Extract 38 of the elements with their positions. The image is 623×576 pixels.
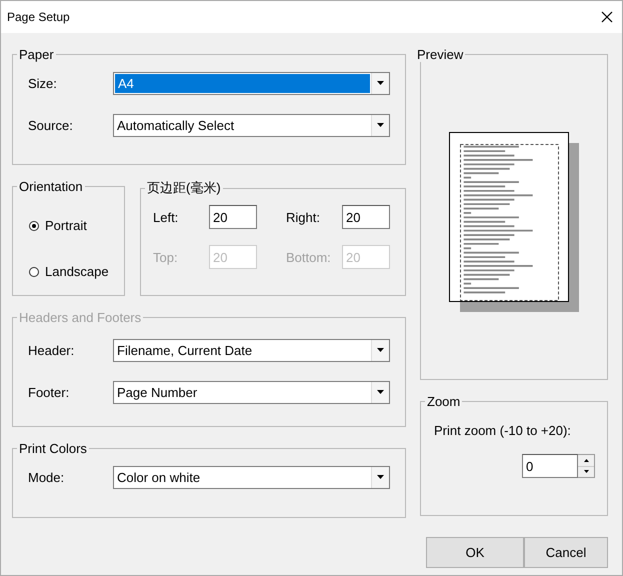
field-label: Top: — [153, 250, 179, 264]
zoom-field[interactable]: 0 — [522, 454, 578, 478]
field-label: Size: — [28, 76, 58, 90]
group-title: Print Colors — [19, 441, 87, 456]
group-title: Paper — [19, 47, 54, 62]
field-label: Print zoom (-10 to +20): — [434, 423, 572, 438]
up-arrow-icon — [584, 458, 588, 462]
radio-button[interactable]: Portrait — [29, 218, 87, 233]
group-title: Zoom — [427, 394, 460, 409]
radio-circle-icon[interactable] — [29, 220, 39, 230]
field-label: Right: — [286, 210, 321, 224]
dropdown[interactable]: Color on white — [113, 466, 390, 488]
window-title: Page Setup — [7, 10, 70, 24]
radio-circle-icon[interactable] — [29, 266, 39, 276]
caret-icon — [377, 81, 384, 85]
group-title: Headers and Footers — [19, 310, 142, 325]
margin-field[interactable]: 20 — [209, 205, 257, 229]
dropdown[interactable]: A4 — [113, 72, 390, 94]
caret-icon — [377, 475, 384, 479]
ok-button[interactable]: OK — [426, 537, 524, 568]
field-label: Mode: — [28, 470, 66, 484]
field-label: Bottom: — [286, 250, 332, 264]
caret-icon — [377, 123, 384, 127]
dropdown[interactable]: Automatically Select — [113, 114, 390, 136]
caret-icon — [377, 390, 384, 394]
field-label: Header: — [28, 342, 76, 358]
group-title: Preview — [417, 47, 464, 62]
cancel-button[interactable]: Cancel — [524, 537, 608, 568]
field-label: Footer: — [28, 384, 70, 400]
field-label: Source: — [28, 118, 74, 132]
down-arrow-icon — [584, 470, 588, 474]
field-label: Left: — [153, 210, 180, 224]
radio-button[interactable]: Landscape — [29, 264, 109, 279]
group-title: Orientation — [19, 179, 83, 194]
group-title: 页边距(毫米) — [147, 180, 221, 195]
margin-field[interactable]: 20 — [342, 205, 390, 229]
caret-icon — [377, 348, 384, 352]
close-icon[interactable] — [600, 10, 614, 24]
